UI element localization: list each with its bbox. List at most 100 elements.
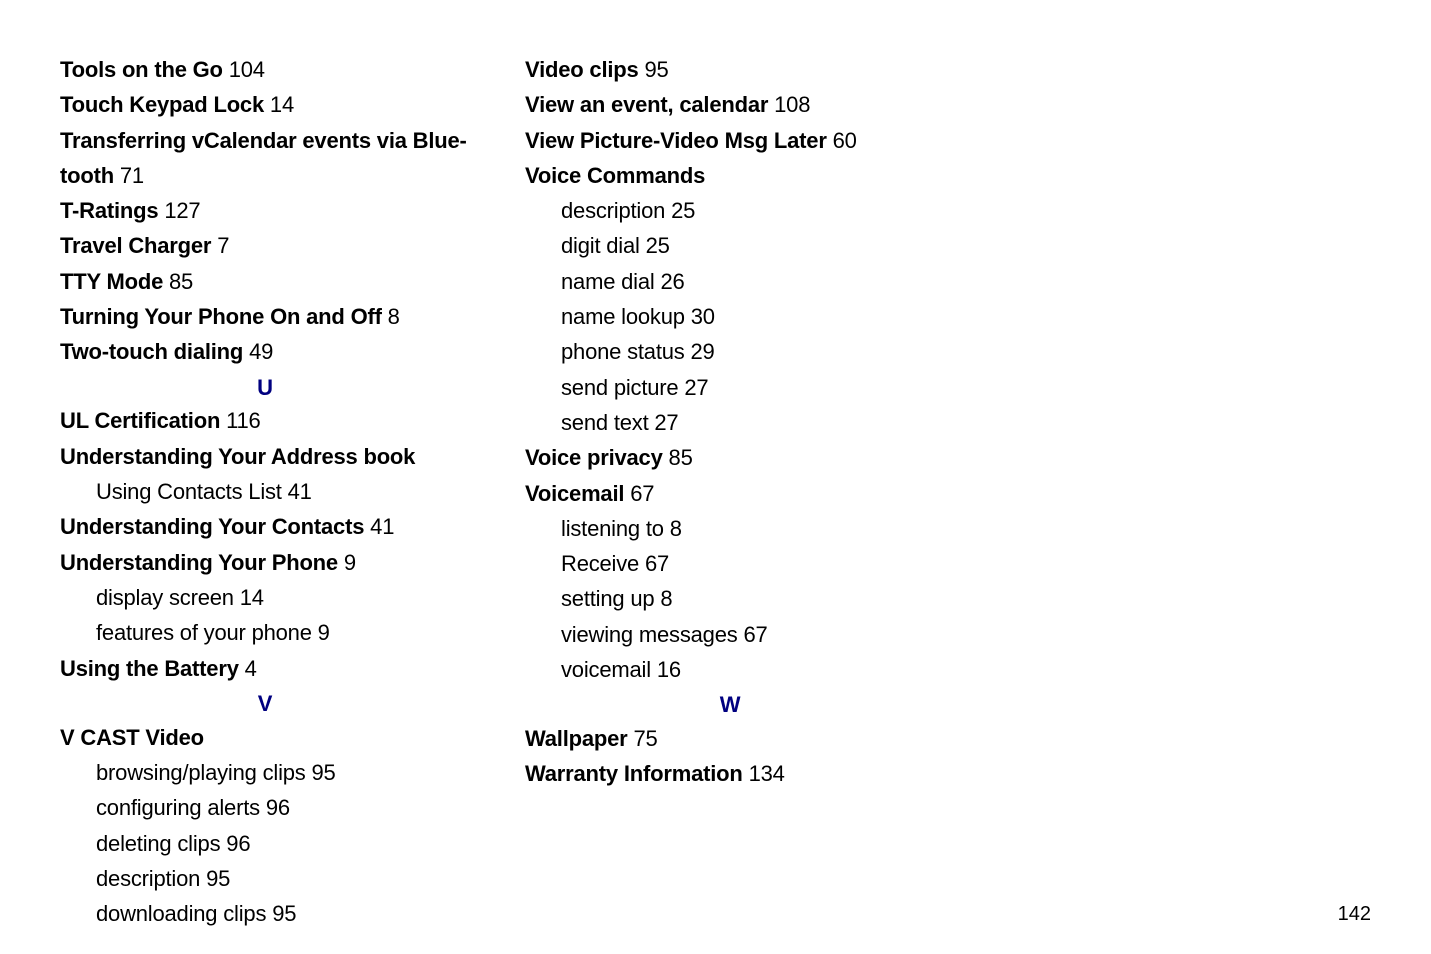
index-subterm: downloading clips bbox=[96, 901, 266, 926]
index-page-ref: 14 bbox=[234, 585, 264, 610]
index-page-ref: 108 bbox=[768, 92, 810, 117]
index-page-ref: 8 bbox=[382, 304, 400, 329]
index-term: Tools on the Go bbox=[60, 57, 223, 82]
index-entry: Using Contacts List 41 bbox=[96, 477, 470, 508]
index-term: Transferring vCalendar events via Blue- bbox=[60, 128, 467, 153]
index-page-ref: 95 bbox=[639, 57, 669, 82]
index-page-ref: 96 bbox=[220, 831, 250, 856]
index-page-ref: 127 bbox=[158, 198, 200, 223]
index-term: Turning Your Phone On and Off bbox=[60, 304, 382, 329]
index-subterm: send text bbox=[561, 410, 648, 435]
index-entry: View Picture-Video Msg Later 60 bbox=[525, 126, 935, 157]
index-entry: name dial 26 bbox=[561, 267, 935, 298]
column-left: Tools on the Go 104 Touch Keypad Lock 14 T… bbox=[60, 55, 470, 934]
index-page-ref: 85 bbox=[163, 269, 193, 294]
index-entry: Turning Your Phone On and Off 8 bbox=[60, 302, 470, 333]
index-subterm: viewing messages bbox=[561, 622, 738, 647]
section-letter-w: W bbox=[525, 690, 935, 721]
index-subterm: Receive bbox=[561, 551, 639, 576]
index-page-ref: 14 bbox=[264, 92, 294, 117]
index-entry: Understanding Your Address book bbox=[60, 442, 470, 473]
index-entry: viewing messages 67 bbox=[561, 620, 935, 651]
section-letter-u: U bbox=[60, 373, 470, 404]
index-entry: digit dial 25 bbox=[561, 231, 935, 262]
index-subterm: display screen bbox=[96, 585, 234, 610]
index-subterm: listening to bbox=[561, 516, 664, 541]
column-right: Video clips 95View an event, calendar 10… bbox=[525, 55, 935, 934]
index-entry: Two-touch dialing 49 bbox=[60, 337, 470, 368]
index-term: Touch Keypad Lock bbox=[60, 92, 264, 117]
index-entry: Voicemail 67 bbox=[525, 479, 935, 510]
index-entry: Understanding Your Phone 9 bbox=[60, 548, 470, 579]
index-term: Understanding Your Address book bbox=[60, 444, 415, 469]
index-page-ref: 67 bbox=[738, 622, 768, 647]
index-term: Wallpaper bbox=[525, 726, 628, 751]
index-page-ref: 75 bbox=[628, 726, 658, 751]
index-term: T-Ratings bbox=[60, 198, 158, 223]
index-page-ref: 96 bbox=[260, 795, 290, 820]
index-subterm: description bbox=[96, 866, 200, 891]
index-term: Travel Charger bbox=[60, 233, 211, 258]
index-columns: Tools on the Go 104 Touch Keypad Lock 14 T… bbox=[60, 55, 1371, 934]
index-page-ref: 41 bbox=[364, 514, 394, 539]
index-subterm: send picture bbox=[561, 375, 678, 400]
index-subterm: configuring alerts bbox=[96, 795, 260, 820]
index-term: Voice privacy bbox=[525, 445, 663, 470]
page-number: 142 bbox=[1338, 903, 1371, 926]
index-entry: UL Certification 116 bbox=[60, 406, 470, 437]
index-page-ref: 4 bbox=[239, 656, 257, 681]
index-entry: Voice privacy 85 bbox=[525, 443, 935, 474]
index-entry: Using the Battery 4 bbox=[60, 654, 470, 685]
index-subterm: name lookup bbox=[561, 304, 685, 329]
index-page-ref: 16 bbox=[651, 657, 681, 682]
index-page-ref: 104 bbox=[223, 57, 265, 82]
index-page-ref: 67 bbox=[639, 551, 669, 576]
index-term: V CAST Video bbox=[60, 725, 204, 750]
index-entry: configuring alerts 96 bbox=[96, 793, 470, 824]
index-page-ref: 26 bbox=[655, 269, 685, 294]
index-entry: Transferring vCalendar events via Blue- bbox=[60, 126, 470, 157]
index-page-ref: 95 bbox=[306, 760, 336, 785]
index-subterm: browsing/playing clips bbox=[96, 760, 306, 785]
index-term: Voice Commands bbox=[525, 163, 705, 188]
index-subterm: voicemail bbox=[561, 657, 651, 682]
index-entry: downloading clips 95 bbox=[96, 899, 470, 930]
index-term: Using the Battery bbox=[60, 656, 239, 681]
index-subterm: description bbox=[561, 198, 665, 223]
index-page-ref: 25 bbox=[640, 233, 670, 258]
index-page-ref: 27 bbox=[678, 375, 708, 400]
index-entry: features of your phone 9 bbox=[96, 618, 470, 649]
index-page-ref: 9 bbox=[338, 550, 356, 575]
index-page-ref: 41 bbox=[282, 479, 312, 504]
index-entry: V CAST Video bbox=[60, 723, 470, 754]
index-entry: TTY Mode 85 bbox=[60, 267, 470, 298]
index-page-ref: 9 bbox=[312, 620, 330, 645]
index-page-ref: 95 bbox=[200, 866, 230, 891]
index-entry: deleting clips 96 bbox=[96, 829, 470, 860]
index-subterm: phone status bbox=[561, 339, 685, 364]
index-page-ref: 85 bbox=[663, 445, 693, 470]
index-term: Warranty Information bbox=[525, 761, 743, 786]
index-entry: description 95 bbox=[96, 864, 470, 895]
index-entry: browsing/playing clips 95 bbox=[96, 758, 470, 789]
index-page-ref: 116 bbox=[220, 408, 260, 433]
index-page-ref: 8 bbox=[654, 586, 672, 611]
index-page-ref: 71 bbox=[114, 163, 144, 188]
index-entry: Understanding Your Contacts 41 bbox=[60, 512, 470, 543]
index-entry: setting up 8 bbox=[561, 584, 935, 615]
index-page-ref: 7 bbox=[211, 233, 229, 258]
index-subterm: setting up bbox=[561, 586, 654, 611]
index-entry: T-Ratings 127 bbox=[60, 196, 470, 227]
index-term: View Picture-Video Msg Later bbox=[525, 128, 827, 153]
index-entry: Voice Commands bbox=[525, 161, 935, 192]
index-entry: description 25 bbox=[561, 196, 935, 227]
index-term: Understanding Your Phone bbox=[60, 550, 338, 575]
index-subterm: features of your phone bbox=[96, 620, 312, 645]
index-term: Two-touch dialing bbox=[60, 339, 243, 364]
index-page-ref: 25 bbox=[665, 198, 695, 223]
index-term: View an event, calendar bbox=[525, 92, 768, 117]
index-entry: voicemail 16 bbox=[561, 655, 935, 686]
index-page-ref: 95 bbox=[266, 901, 296, 926]
index-subterm: Using Contacts List bbox=[96, 479, 282, 504]
index-entry: send text 27 bbox=[561, 408, 935, 439]
